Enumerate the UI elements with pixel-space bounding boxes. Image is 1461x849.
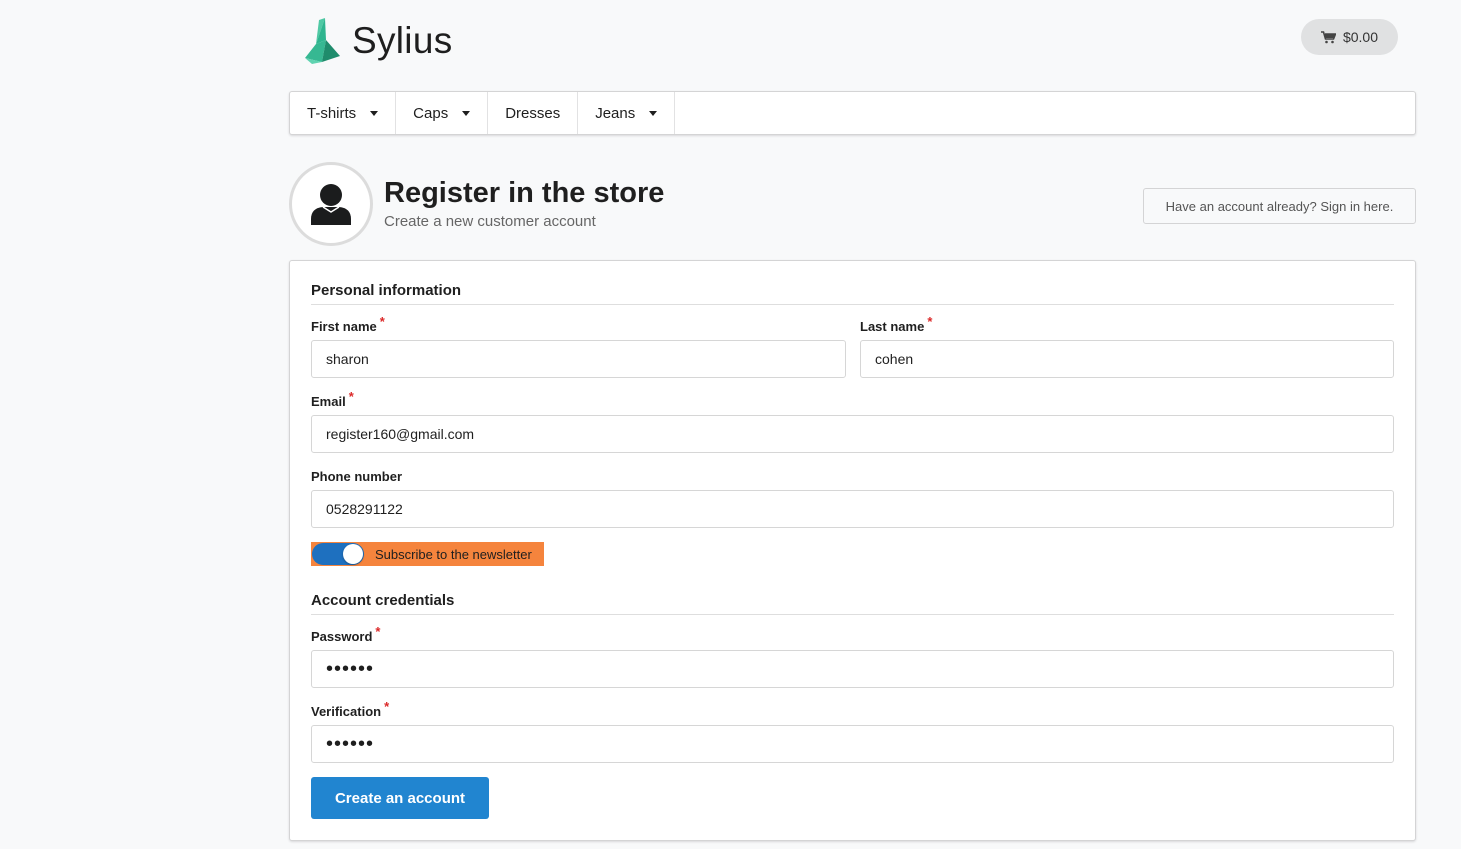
email-label-text: Email [311,394,346,409]
cart-total: $0.00 [1342,29,1379,45]
required-marker: * [379,314,385,329]
chevron-down-icon [370,110,379,116]
menu-item-label: Dresses [505,104,561,122]
email-label: Email * [311,389,354,409]
signin-link-button[interactable]: Have an account already? Sign in here. [1143,188,1416,224]
chevron-down-icon [462,110,471,116]
required-marker: * [348,389,354,404]
menu-item-jeans[interactable]: Jeans [578,92,676,134]
required-marker: * [384,699,390,714]
last-name-field[interactable] [860,340,1394,378]
newsletter-label: Subscribe to the newsletter [375,546,532,562]
newsletter-toggle[interactable]: Subscribe to the newsletter [311,542,544,566]
phone-field[interactable] [311,490,1394,528]
toggle-knob [343,544,363,564]
create-account-button[interactable]: Create an account [311,777,489,819]
email-field[interactable] [311,415,1394,453]
verification-label-text: Verification [311,704,382,719]
verification-label: Verification * [311,699,389,719]
menu-item-dresses[interactable]: Dresses [488,92,579,134]
brand-name: Sylius [352,20,453,61]
phone-label: Phone number [311,469,403,484]
menu-item-label: Caps [413,104,449,122]
chevron-down-icon [649,110,658,116]
toggle-switch[interactable] [312,543,364,565]
first-name-label: First name * [311,314,385,334]
brand-logo[interactable]: Sylius [302,18,453,64]
verification-field[interactable] [311,725,1394,763]
password-label: Password * [311,624,380,644]
required-marker: * [375,624,381,639]
password-label-text: Password [311,629,373,644]
section-title-credentials: Account credentials [311,592,1394,615]
menu-item-t-shirts[interactable]: T-shirts [290,92,397,134]
menu-item-label: Jeans [595,104,636,122]
first-name-label-text: First name [311,319,377,334]
page-title: Register in the store [384,177,665,209]
swan-logo-icon [305,18,340,64]
first-name-field[interactable] [311,340,846,378]
menu-item-caps[interactable]: Caps [396,92,489,134]
cart-button[interactable]: $0.00 [1301,19,1398,55]
last-name-label-text: Last name [860,319,925,334]
header-avatar [289,162,373,246]
page-subtitle: Create a new customer account [384,213,596,230]
register-form: Personal information First name* Last na… [289,260,1416,841]
cart-icon [1320,30,1336,43]
required-marker: * [927,314,933,329]
password-field[interactable] [311,650,1394,688]
menu-item-label: T-shirts [307,104,357,122]
main-menu: T-shirts Caps Dresses Jeans [289,91,1416,135]
user-icon [311,184,351,225]
section-title-personal: Personal information [311,282,1394,305]
last-name-label: Last name * [860,314,932,334]
